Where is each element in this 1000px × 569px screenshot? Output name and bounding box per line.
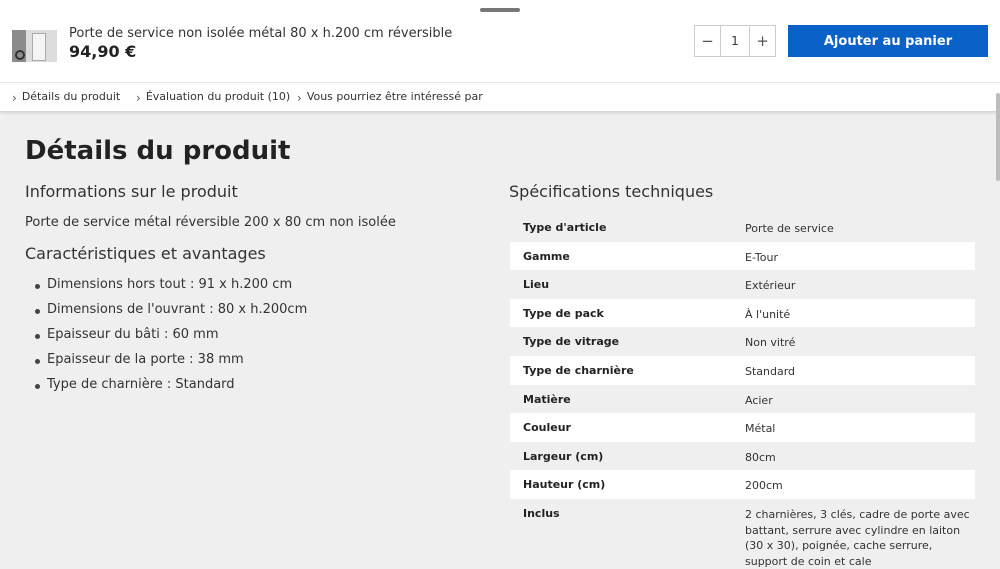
tab-label: Vous pourriez être intéressé par	[306, 89, 483, 103]
spec-value: Métal	[745, 422, 776, 436]
add-to-cart-button[interactable]: Ajouter au panier	[788, 25, 988, 57]
table-row: Type d'article Porte de service	[510, 213, 975, 242]
chevron-right-icon: ›	[297, 91, 302, 105]
features-heading: Caractéristiques et avantages	[25, 244, 266, 263]
list-item: Type de charnière : Standard	[34, 377, 307, 402]
list-item: Epaisseur de la porte : 38 mm	[34, 352, 307, 377]
product-thumbnail	[12, 30, 57, 62]
quantity-stepper: − 1 +	[694, 25, 776, 57]
specs-table: Type d'article Porte de service Gamme E-To…	[510, 213, 975, 569]
table-row: Lieu Extérieur	[510, 270, 975, 299]
spec-label: Couleur	[523, 421, 571, 435]
spec-label: Type de vitrage	[523, 335, 620, 349]
spec-label: Type de pack	[523, 306, 604, 320]
product-info-heading: Informations sur le produit	[25, 182, 238, 201]
increase-quantity-button[interactable]: +	[750, 26, 775, 56]
table-row: Largeur (cm) 80cm	[510, 442, 975, 471]
table-row: Type de pack À l'unité	[510, 298, 975, 328]
spec-label: Hauteur (cm)	[523, 478, 606, 492]
spec-value: E-Tour	[745, 250, 778, 264]
spec-value: Extérieur	[745, 279, 796, 293]
table-row: Hauteur (cm) 200cm	[510, 470, 975, 499]
spec-value: Non vitré	[745, 336, 796, 350]
spec-label: Type d'article	[523, 221, 607, 234]
spec-label: Gamme	[523, 249, 570, 263]
tab-label: Évaluation du produit (10)	[145, 89, 291, 103]
quantity-input[interactable]: 1	[720, 26, 750, 56]
tab-label: Détails du produit	[21, 89, 121, 103]
spec-value: Standard	[745, 364, 796, 378]
table-row: Matière Acier	[510, 385, 975, 414]
table-row: Type de charnière Standard	[510, 355, 975, 385]
spec-value: À l'unité	[745, 307, 791, 321]
chevron-right-icon: ›	[12, 91, 17, 105]
spec-value: Porte de service	[745, 222, 834, 235]
chevron-right-icon: ›	[136, 91, 141, 105]
table-row: Couleur Métal	[510, 413, 975, 442]
list-item: Dimensions hors tout : 91 x h.200 cm	[34, 277, 307, 302]
spec-label: Inclus	[523, 506, 560, 520]
table-row: Gamme E-Tour	[510, 241, 975, 271]
spec-label: Matière	[523, 392, 571, 406]
table-row: Type de vitrage Non vitré	[510, 327, 975, 356]
product-description: Porte de service métal réversible 200 x …	[25, 215, 396, 230]
tab-related-products[interactable]: › Vous pourriez être intéressé par	[297, 89, 483, 106]
scrollbar-thumb[interactable]	[996, 93, 1000, 181]
features-list: Dimensions hors tout : 91 x h.200 cm Dim…	[34, 277, 307, 402]
spec-label: Type de charnière	[523, 363, 634, 377]
sticky-product-bar: Porte de service non isolée métal 80 x h…	[0, 0, 1000, 82]
spec-label: Largeur (cm)	[523, 449, 604, 463]
drag-handle[interactable]	[480, 8, 520, 12]
list-item: Epaisseur du bâti : 60 mm	[34, 327, 307, 352]
list-item: Dimensions de l'ouvrant : 80 x h.200cm	[34, 302, 307, 327]
spec-value: 2 charnières, 3 clés, cadre de porte ave…	[745, 507, 970, 568]
spec-value: Acier	[745, 393, 773, 407]
spec-label: Lieu	[523, 278, 550, 292]
page-title: Détails du produit	[25, 136, 291, 166]
section-tabs: › Détails du produit › Évaluation du pro…	[0, 82, 1000, 111]
spec-value: 200cm	[745, 479, 783, 493]
spec-value: 80cm	[745, 450, 776, 464]
specs-heading: Spécifications techniques	[509, 182, 714, 201]
product-title: Porte de service non isolée métal 80 x h…	[69, 26, 453, 41]
decrease-quantity-button[interactable]: −	[695, 26, 720, 56]
tab-product-reviews[interactable]: › Évaluation du produit (10)	[136, 89, 291, 106]
tab-product-details[interactable]: › Détails du produit	[12, 89, 121, 106]
product-price: 94,90 €	[69, 42, 137, 61]
table-row: Inclus 2 charnières, 3 clés, cadre de por…	[510, 499, 975, 569]
